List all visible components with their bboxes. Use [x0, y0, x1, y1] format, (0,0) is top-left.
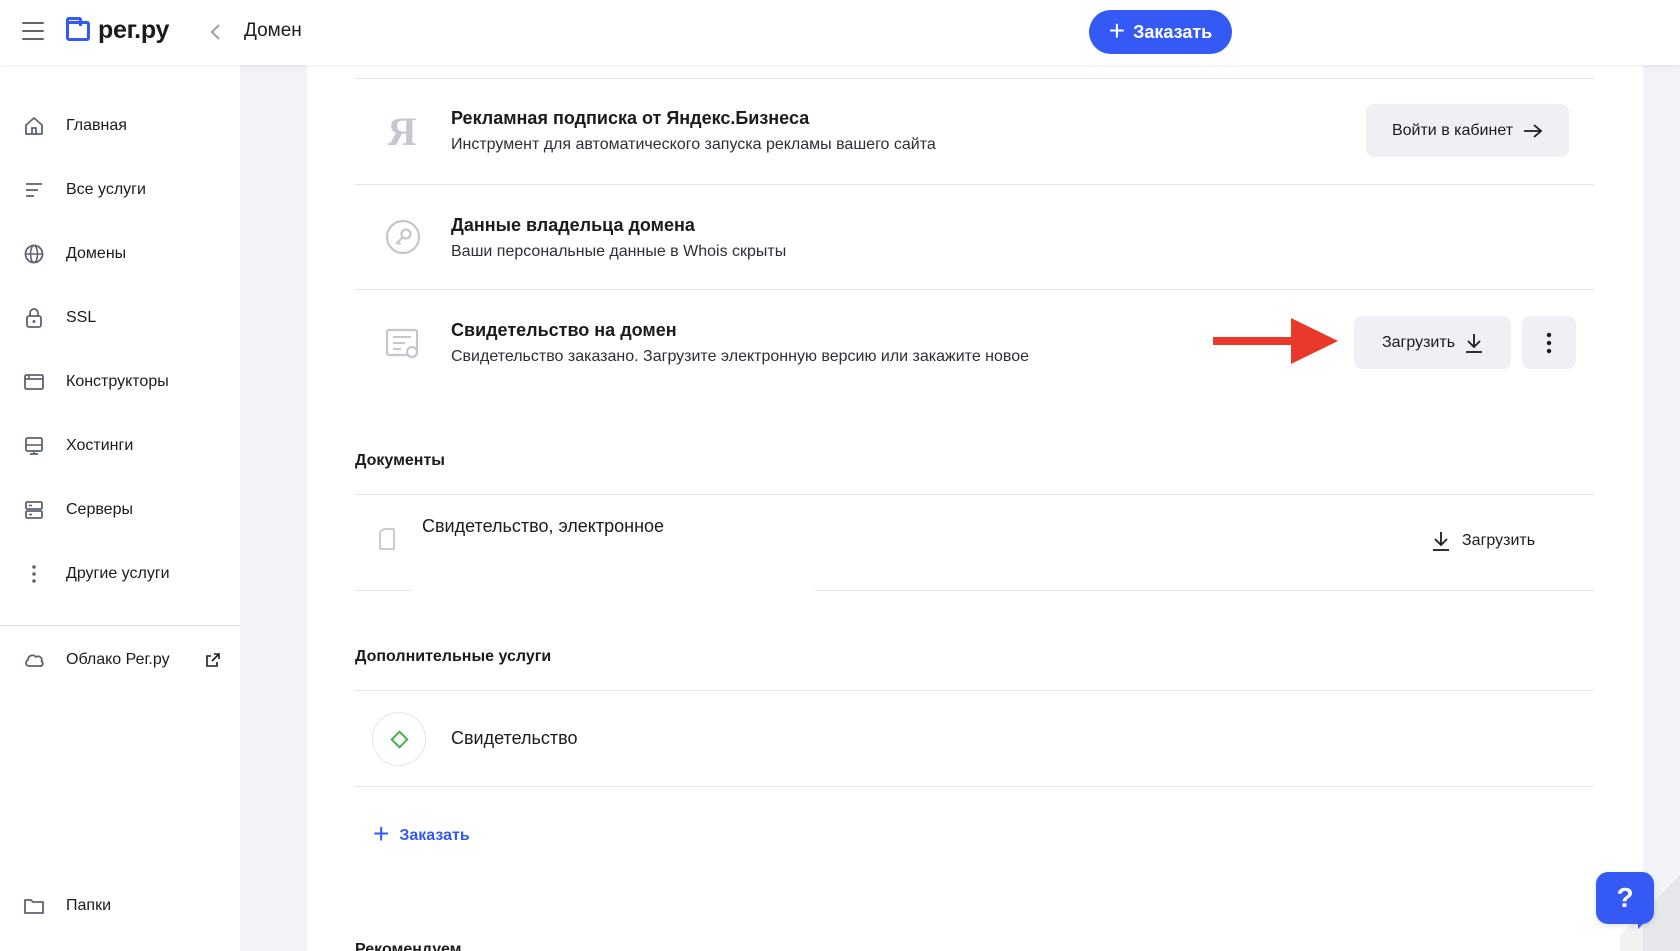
row-divider [355, 786, 1594, 787]
sidebar-item-all-services[interactable]: Все услуги [0, 167, 240, 213]
service-title: Рекламная подписка от Яндекс.Бизнеса [451, 108, 810, 128]
red-arrow-annotation [1213, 318, 1338, 364]
download-document-link[interactable]: Загрузить [1432, 531, 1535, 551]
service-title: Свидетельство на домен [451, 320, 677, 340]
sidebar-item-builders[interactable]: Конструкторы [0, 359, 240, 405]
row-divider [815, 590, 1594, 591]
sidebar-item-servers[interactable]: Серверы [0, 487, 240, 533]
page-title: Домен [244, 20, 302, 41]
service-desc: Инструмент для автоматического запуска р… [451, 136, 936, 153]
logo-text: рег.ру [98, 16, 170, 44]
extra-section-title: Дополнительные услуги [355, 648, 552, 665]
sidebar-item-folders[interactable]: Папки [0, 883, 240, 929]
hosting-icon [22, 434, 46, 458]
more-vertical-icon [22, 562, 46, 586]
main-content: Я Рекламная подписка от Яндекс.Бизнеса И… [307, 65, 1643, 951]
download-certificate-label: Загрузить [1381, 333, 1456, 351]
external-link-icon [206, 653, 220, 667]
sidebar-item-label: Другие услуги [66, 565, 170, 582]
more-vertical-icon [1546, 332, 1552, 353]
service-row-whois: Данные владельца домена Ваши персональны… [355, 185, 1594, 290]
row-divider [355, 590, 411, 591]
sidebar-item-home[interactable]: Главная [0, 103, 240, 149]
sidebar-item-ssl[interactable]: SSL [0, 295, 240, 341]
certificate-icon [383, 324, 423, 364]
sidebar: Главная Все услуги Домены SSL Конструкто… [0, 65, 240, 951]
document-name: Свидетельство, электронное [422, 516, 665, 536]
sidebar-item-label: Хостинги [66, 437, 134, 454]
sidebar-item-label: Все услуги [66, 181, 146, 198]
folder-icon [22, 894, 46, 918]
order-extra-label: Заказать [399, 826, 470, 844]
more-options-button[interactable] [1522, 316, 1576, 369]
list-icon [22, 178, 46, 202]
extra-service-name: Свидетельство [451, 728, 578, 748]
extra-service-row[interactable]: Свидетельство [355, 691, 1594, 786]
home-icon [22, 114, 46, 138]
enter-cabinet-label: Войти в кабинет [1391, 121, 1514, 139]
order-extra-link[interactable]: + Заказать [373, 818, 470, 849]
service-row-yandex: Я Рекламная подписка от Яндекс.Бизнеса И… [355, 79, 1594, 185]
sidebar-item-label: Домены [66, 245, 127, 262]
sidebar-divider [0, 625, 240, 626]
menu-icon[interactable] [22, 22, 44, 42]
document-icon [379, 528, 395, 550]
sidebar-item-label: Серверы [66, 501, 133, 518]
sidebar-item-domains[interactable]: Домены [0, 231, 240, 277]
document-row: Свидетельство, электронное Загрузить [355, 495, 1594, 590]
diamond-icon [372, 712, 426, 766]
service-row-certificate: Свидетельство на домен Свидетельство зак… [355, 290, 1594, 396]
recommend-section-title: Рекомендуем [355, 941, 462, 951]
sidebar-item-other[interactable]: Другие услуги [0, 551, 240, 597]
enter-cabinet-button[interactable]: Войти в кабинет [1366, 104, 1569, 157]
logo[interactable]: рег.ру [66, 16, 169, 45]
cloud-icon [22, 648, 46, 672]
chevron-left-icon[interactable] [209, 22, 223, 42]
help-bubble-tail [1638, 915, 1652, 929]
order-button-label: Заказать [1133, 21, 1213, 42]
service-desc: Ваши персональные данные в Whois скрыты [451, 243, 787, 260]
sidebar-item-label: Облако Рег.ру [66, 651, 170, 668]
sidebar-item-cloud[interactable]: Облако Рег.ру [0, 637, 240, 683]
documents-section-title: Документы [355, 452, 445, 469]
lock-icon [22, 306, 46, 330]
yandex-icon: Я [387, 108, 417, 154]
logo-mark [66, 16, 90, 41]
arrow-right-icon [1524, 123, 1543, 138]
download-icon [1433, 532, 1449, 551]
sidebar-item-label: Главная [66, 117, 127, 134]
service-desc: Свидетельство заказано. Загрузите электр… [451, 348, 1030, 365]
plus-icon: + [373, 818, 390, 849]
service-title: Данные владельца домена [451, 215, 695, 235]
order-button[interactable]: + Заказать [1089, 10, 1232, 54]
top-header: рег.ру Домен + Заказать [0, 0, 1680, 65]
sidebar-item-label: Папки [66, 897, 111, 914]
key-icon [383, 217, 423, 257]
server-icon [22, 498, 46, 522]
download-certificate-button[interactable]: Загрузить [1354, 316, 1511, 369]
download-document-label: Загрузить [1462, 532, 1536, 549]
download-icon [1466, 333, 1483, 353]
globe-icon [22, 242, 46, 266]
sidebar-item-label: SSL [66, 309, 97, 326]
sidebar-item-label: Конструкторы [66, 373, 169, 390]
plus-icon: + [1108, 14, 1126, 46]
browser-window-icon [22, 370, 46, 394]
sidebar-item-hosting[interactable]: Хостинги [0, 423, 240, 469]
